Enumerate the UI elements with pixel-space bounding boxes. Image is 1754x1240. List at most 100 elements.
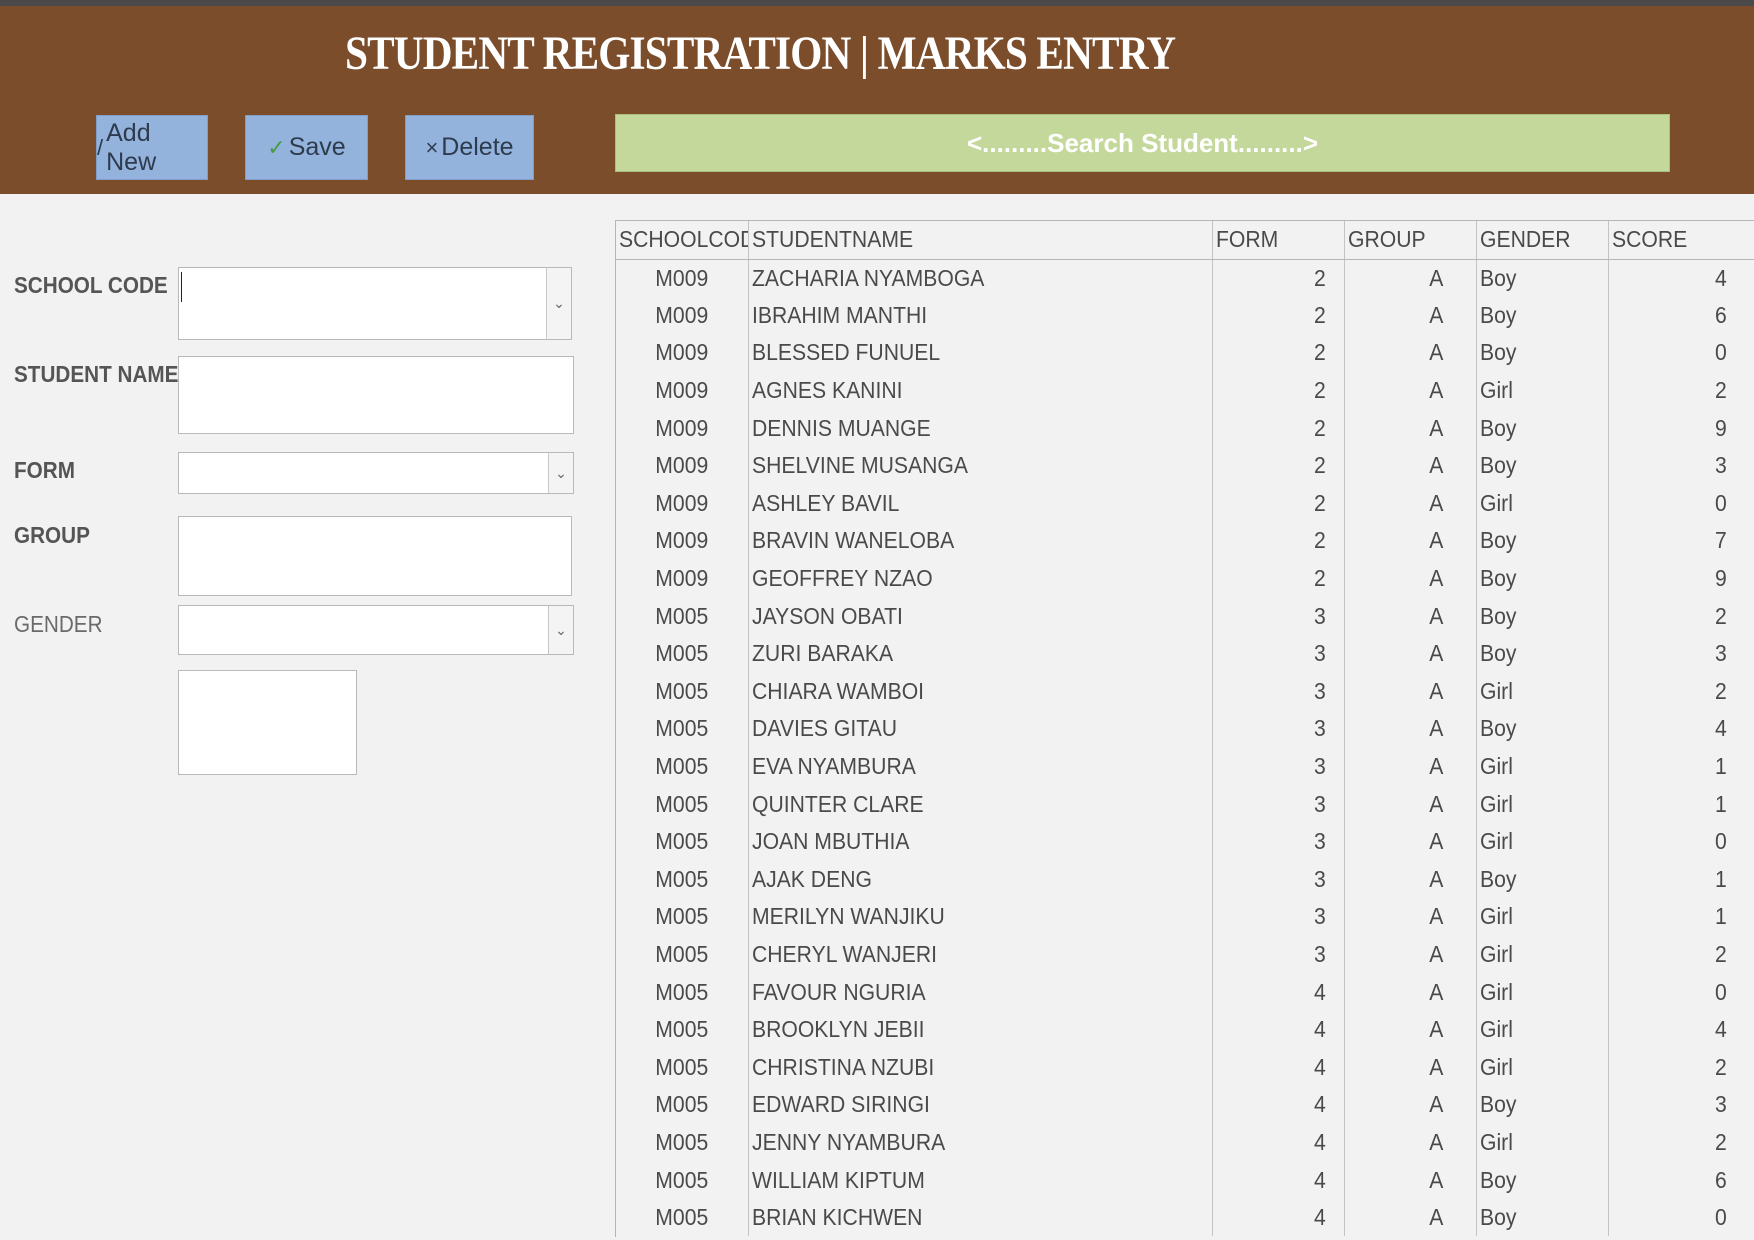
cell-gender[interactable]: Boy [1476,860,1609,899]
cell-score[interactable]: 6 [1608,1161,1754,1199]
cell-studentname[interactable]: DAVIES GITAU [748,710,1213,748]
table-row[interactable]: M005 DAVIES GITAU 3 A Boy 4 [616,710,1754,748]
cell-studentname[interactable]: CHERYL WANJERI [748,935,1213,974]
cell-schoolcode[interactable]: M005 [616,597,749,635]
cell-schoolcode[interactable]: M009 [616,522,749,560]
chevron-down-icon[interactable]: ⌄ [548,606,573,654]
cell-score[interactable]: 2 [1608,1123,1754,1162]
cell-group[interactable]: A [1344,747,1477,786]
cell-schoolcode[interactable]: M009 [616,371,749,410]
cell-gender[interactable]: Girl [1476,1048,1609,1087]
cell-schoolcode[interactable]: M005 [616,1123,749,1162]
cell-group[interactable]: A [1344,860,1477,899]
cell-studentname[interactable]: BLESSED FUNUEL [748,334,1213,372]
cell-gender[interactable]: Girl [1476,484,1609,523]
cell-group[interactable]: A [1344,785,1477,823]
cell-score[interactable]: 1 [1608,898,1754,936]
table-row[interactable]: M009 BRAVIN WANELOBA 2 A Boy 7 [616,522,1754,560]
cell-group[interactable]: A [1344,559,1477,598]
cell-group[interactable]: A [1344,371,1477,410]
cell-gender[interactable]: Boy [1476,1198,1609,1237]
cell-schoolcode[interactable]: M005 [616,672,749,711]
cell-form[interactable]: 2 [1212,334,1345,372]
cell-group[interactable]: A [1344,1123,1477,1162]
cell-studentname[interactable]: ASHLEY BAVIL [748,484,1213,523]
cell-form[interactable]: 2 [1212,484,1345,523]
cell-gender[interactable]: Boy [1476,559,1609,598]
table-row[interactable]: M009 GEOFFREY NZAO 2 A Boy 9 [616,559,1754,598]
cell-form[interactable]: 4 [1212,973,1345,1011]
cell-schoolcode[interactable]: M005 [616,822,749,861]
cell-group[interactable]: A [1344,822,1477,861]
cell-schoolcode[interactable]: M009 [616,409,749,447]
cell-score[interactable]: 7 [1608,522,1754,560]
cell-form[interactable]: 4 [1212,1010,1345,1049]
cell-score[interactable]: 2 [1608,597,1754,635]
cell-group[interactable]: A [1344,898,1477,936]
cell-studentname[interactable]: QUINTER CLARE [748,785,1213,823]
cell-gender[interactable]: Boy [1476,597,1609,635]
table-row[interactable]: M005 WILLIAM KIPTUM 4 A Boy 6 [616,1161,1754,1199]
cell-score[interactable]: 1 [1608,785,1754,823]
add-new-button[interactable]: / Add New [96,115,208,180]
cell-score[interactable]: 4 [1608,710,1754,748]
cell-gender[interactable]: Boy [1476,1161,1609,1199]
chevron-down-icon[interactable]: ⌄ [548,453,573,493]
table-row[interactable]: M005 CHIARA WAMBOI 3 A Girl 2 [616,672,1754,711]
table-row[interactable]: M005 AJAK DENG 3 A Boy 1 [616,860,1754,899]
cell-group[interactable]: A [1344,973,1477,1011]
cell-schoolcode[interactable]: M005 [616,973,749,1011]
table-row[interactable]: M005 EVA NYAMBURA 3 A Girl 1 [616,747,1754,786]
cell-group[interactable]: A [1344,334,1477,372]
cell-schoolcode[interactable]: M009 [616,559,749,598]
cell-schoolcode[interactable]: M005 [616,634,749,673]
cell-gender[interactable]: Boy [1476,710,1609,748]
table-row[interactable]: M005 FAVOUR NGURIA 4 A Girl 0 [616,973,1754,1011]
cell-group[interactable]: A [1344,935,1477,974]
cell-score[interactable]: 0 [1608,822,1754,861]
student-name-field[interactable] [178,356,574,434]
column-header-studentname[interactable]: STUDENTNAME [748,221,1213,260]
cell-studentname[interactable]: AGNES KANINI [748,371,1213,410]
table-row[interactable]: M005 JOAN MBUTHIA 3 A Girl 0 [616,822,1754,861]
cell-gender[interactable]: Girl [1476,822,1609,861]
cell-form[interactable]: 2 [1212,446,1345,485]
cell-schoolcode[interactable]: M009 [616,259,749,297]
cell-form[interactable]: 4 [1212,1086,1345,1124]
cell-form[interactable]: 2 [1212,259,1345,297]
search-student-box[interactable]: <.........Search Student.........> [615,114,1670,172]
table-row[interactable]: M005 CHERYL WANJERI 3 A Girl 2 [616,935,1754,974]
cell-gender[interactable]: Girl [1476,1123,1609,1162]
table-row[interactable]: M009 ZACHARIA NYAMBOGA 2 A Boy 4 [616,259,1754,297]
cell-group[interactable]: A [1344,409,1477,447]
cell-studentname[interactable]: JENNY NYAMBURA [748,1123,1213,1162]
cell-studentname[interactable]: JAYSON OBATI [748,597,1213,635]
cell-group[interactable]: A [1344,634,1477,673]
cell-score[interactable]: 9 [1608,559,1754,598]
cell-studentname[interactable]: DENNIS MUANGE [748,409,1213,447]
gender-combo[interactable]: ⌄ [178,605,574,655]
table-row[interactable]: M005 BRIAN KICHWEN 4 A Boy 0 [616,1198,1754,1237]
cell-score[interactable]: 0 [1608,973,1754,1011]
cell-score[interactable]: 4 [1608,259,1754,297]
table-row[interactable]: M009 AGNES KANINI 2 A Girl 2 [616,371,1754,410]
cell-studentname[interactable]: BRIAN KICHWEN [748,1198,1213,1237]
cell-gender[interactable]: Boy [1476,634,1609,673]
cell-score[interactable]: 1 [1608,747,1754,786]
cell-studentname[interactable]: CHRISTINA NZUBI [748,1048,1213,1087]
cell-form[interactable]: 4 [1212,1198,1345,1237]
cell-group[interactable]: A [1344,597,1477,635]
cell-score[interactable]: 2 [1608,371,1754,410]
cell-group[interactable]: A [1344,1048,1477,1087]
cell-studentname[interactable]: ZACHARIA NYAMBOGA [748,259,1213,297]
score-field[interactable] [178,670,357,775]
table-row[interactable]: M005 ZURI BARAKA 3 A Boy 3 [616,634,1754,673]
cell-gender[interactable]: Girl [1476,672,1609,711]
table-row[interactable]: M009 DENNIS MUANGE 2 A Boy 9 [616,409,1754,447]
cell-gender[interactable]: Boy [1476,259,1609,297]
cell-group[interactable]: A [1344,259,1477,297]
cell-form[interactable]: 3 [1212,672,1345,711]
cell-studentname[interactable]: BRAVIN WANELOBA [748,522,1213,560]
cell-group[interactable]: A [1344,672,1477,711]
cell-form[interactable]: 2 [1212,409,1345,447]
